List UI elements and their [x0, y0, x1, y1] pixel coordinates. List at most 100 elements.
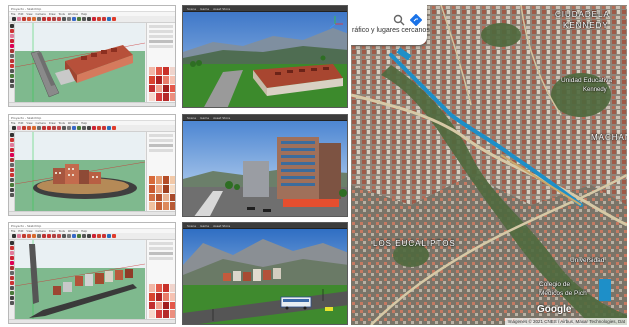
tab-asset-store[interactable]: Asset Store: [213, 224, 230, 228]
satellite-map[interactable]: ráfico y lugares cercanos CIUDADELA KENN…: [351, 5, 627, 325]
menu-item[interactable]: Window: [68, 122, 78, 125]
arc-tool-icon[interactable]: [9, 153, 14, 157]
tab-asset-store[interactable]: Asset Store: [213, 116, 230, 120]
zoom-extents-icon[interactable]: [92, 17, 96, 21]
warehouse-icon[interactable]: [97, 17, 101, 21]
menu-item[interactable]: Edit: [18, 230, 23, 233]
line-tool-icon[interactable]: [9, 256, 14, 260]
tab-scene[interactable]: Scene: [187, 7, 196, 11]
paint-tool-icon[interactable]: [9, 138, 14, 142]
menu-item[interactable]: Draw: [49, 13, 56, 16]
select-tool-icon[interactable]: [9, 241, 14, 245]
pushpull-tool-icon[interactable]: [9, 54, 14, 58]
tape-tool-icon[interactable]: [9, 178, 14, 182]
layout-icon[interactable]: [107, 126, 111, 130]
rotate-tool-icon[interactable]: [47, 126, 51, 130]
menu-item[interactable]: Camera: [36, 122, 46, 125]
select-tool-icon[interactable]: [9, 133, 14, 137]
select-tool-icon[interactable]: [12, 17, 16, 21]
material-swatches[interactable]: [149, 67, 175, 101]
pencil-tool-icon[interactable]: [22, 17, 26, 21]
orbit-tool-icon[interactable]: [9, 183, 14, 187]
pencil-tool-icon[interactable]: [22, 126, 26, 130]
extension-icon[interactable]: [102, 234, 106, 238]
eraser-tool-icon[interactable]: [17, 126, 21, 130]
tab-game[interactable]: Game: [200, 7, 209, 11]
arc-tool-icon[interactable]: [9, 44, 14, 48]
shape-tool-icon[interactable]: [32, 234, 36, 238]
search-icon[interactable]: [393, 14, 405, 26]
menu-item[interactable]: Edit: [18, 13, 23, 16]
tab-game[interactable]: Game: [200, 224, 209, 228]
material-swatches[interactable]: [149, 176, 175, 210]
tape-tool-icon[interactable]: [9, 286, 14, 290]
rotate-tool-icon[interactable]: [9, 281, 14, 285]
paint-tool-icon[interactable]: [72, 234, 76, 238]
rotate-tool-icon[interactable]: [9, 64, 14, 68]
menu-item[interactable]: Help: [81, 122, 87, 125]
pushpull-tool-icon[interactable]: [37, 17, 41, 21]
style-icon[interactable]: [112, 126, 116, 130]
tab-asset-store[interactable]: Asset Store: [213, 7, 230, 11]
pan-tool-icon[interactable]: [82, 234, 86, 238]
extension-icon[interactable]: [102, 17, 106, 21]
menu-item[interactable]: View: [26, 13, 32, 16]
walk-tool-icon[interactable]: [9, 84, 14, 88]
move-tool-icon[interactable]: [9, 276, 14, 280]
tape-tool-icon[interactable]: [62, 126, 66, 130]
pushpull-tool-icon[interactable]: [9, 271, 14, 275]
select-tool-icon[interactable]: [9, 24, 14, 28]
line-tool-icon[interactable]: [9, 39, 14, 43]
zoom-extents-icon[interactable]: [92, 126, 96, 130]
rotate-tool-icon[interactable]: [9, 173, 14, 177]
search-box[interactable]: ráfico y lugares cercanos: [351, 5, 430, 45]
pushpull-tool-icon[interactable]: [37, 234, 41, 238]
menu-item[interactable]: Tools: [59, 230, 65, 233]
orbit-tool-icon[interactable]: [77, 126, 81, 130]
menu-item[interactable]: File: [11, 230, 15, 233]
zoom-tool-icon[interactable]: [87, 234, 91, 238]
style-icon[interactable]: [112, 17, 116, 21]
rectangle-tool-icon[interactable]: [9, 158, 14, 162]
text-tool-icon[interactable]: [67, 234, 71, 238]
layout-icon[interactable]: [107, 234, 111, 238]
move-tool-icon[interactable]: [42, 126, 46, 130]
search-input[interactable]: [355, 10, 395, 20]
arc-tool-icon[interactable]: [27, 17, 31, 21]
scene-render[interactable]: [183, 12, 347, 107]
zoom-tool-icon[interactable]: [9, 188, 14, 192]
menu-item[interactable]: Window: [68, 230, 78, 233]
rotate-tool-icon[interactable]: [47, 17, 51, 21]
offset-tool-icon[interactable]: [57, 17, 61, 21]
tape-tool-icon[interactable]: [62, 17, 66, 21]
menu-item[interactable]: Camera: [36, 13, 46, 16]
model-viewport[interactable]: [15, 132, 145, 211]
pushpull-tool-icon[interactable]: [37, 126, 41, 130]
menu-item[interactable]: Draw: [49, 122, 56, 125]
model-viewport[interactable]: [15, 240, 145, 319]
eraser-tool-icon[interactable]: [9, 251, 14, 255]
select-tool-icon[interactable]: [12, 234, 16, 238]
menu-item[interactable]: File: [11, 122, 15, 125]
pencil-tool-icon[interactable]: [22, 234, 26, 238]
move-tool-icon[interactable]: [9, 59, 14, 63]
text-tool-icon[interactable]: [67, 17, 71, 21]
line-tool-icon[interactable]: [9, 148, 14, 152]
move-tool-icon[interactable]: [42, 234, 46, 238]
paint-tool-icon[interactable]: [72, 126, 76, 130]
menu-item[interactable]: Tools: [59, 122, 65, 125]
paint-tool-icon[interactable]: [9, 29, 14, 33]
warehouse-icon[interactable]: [97, 126, 101, 130]
walk-tool-icon[interactable]: [9, 301, 14, 305]
map-attribution[interactable]: Imágenes © 2021 CNES / Airbus, Maxar Tec…: [505, 318, 627, 325]
arc-tool-icon[interactable]: [27, 234, 31, 238]
pushpull-tool-icon[interactable]: [9, 163, 14, 167]
orbit-tool-icon[interactable]: [9, 74, 14, 78]
eraser-tool-icon[interactable]: [17, 234, 21, 238]
offset-tool-icon[interactable]: [57, 234, 61, 238]
tab-game[interactable]: Game: [200, 116, 209, 120]
pan-tool-icon[interactable]: [82, 17, 86, 21]
orbit-tool-icon[interactable]: [9, 291, 14, 295]
tape-tool-icon[interactable]: [9, 69, 14, 73]
scale-tool-icon[interactable]: [52, 126, 56, 130]
